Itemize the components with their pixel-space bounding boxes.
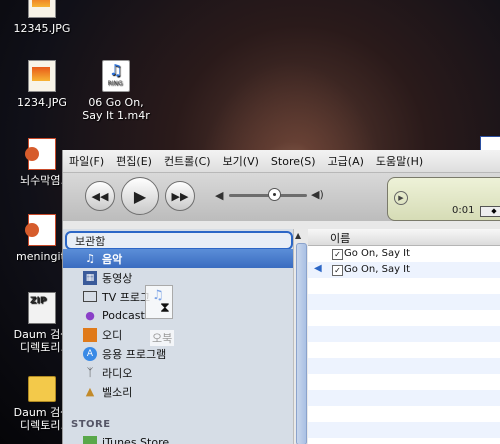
scroll-up-icon[interactable]: ▲: [295, 231, 301, 240]
table-row[interactable]: ◀ ✓ Go On, Say It: [308, 262, 500, 278]
desktop-icon-label: 12345.JPG: [13, 22, 71, 35]
table-row[interactable]: ✓ Go On, Say It: [308, 246, 500, 262]
play-icon: ▶: [133, 186, 147, 206]
track-list: 이름 ✓ Go On, Say It ◀ ✓ Go On, Say It: [308, 229, 500, 444]
sidebar-item-radio[interactable]: ᛉ 라디오: [63, 363, 293, 382]
play-button[interactable]: ▶: [121, 177, 159, 215]
column-header-name[interactable]: 이름: [308, 229, 500, 246]
table-row-empty: [308, 326, 500, 342]
track-name: Go On, Say It: [344, 248, 411, 259]
menu-advanced[interactable]: 고급(A): [328, 153, 364, 169]
hourglass-cursor-icon: ⧗: [160, 300, 170, 316]
menu-bar: 파일(F) 편집(E) 컨트롤(C) 보기(V) Store(S) 고급(A) …: [63, 150, 500, 173]
audiobook-icon: [83, 327, 97, 342]
sidebar-item-label: 응용 프로그램: [102, 347, 167, 361]
menu-view[interactable]: 보기(V): [223, 153, 259, 169]
menu-edit[interactable]: 편집(E): [116, 153, 152, 169]
table-row-empty: [308, 342, 500, 358]
table-row-empty: [308, 310, 500, 326]
store-icon: [83, 435, 97, 444]
ringtone-file-icon: ♫ RING: [102, 60, 130, 92]
track-checkbox[interactable]: ✓: [332, 249, 343, 260]
music-note-icon: ♫: [85, 252, 95, 265]
now-playing-display: ▶ 0:01 ◆: [387, 177, 500, 221]
sidebar-item-label: 음악: [102, 252, 123, 266]
library-header[interactable]: 보관함: [65, 231, 293, 250]
sidebar-item-label: 벨소리: [102, 385, 133, 399]
next-track-button[interactable]: ▶▶: [165, 181, 195, 211]
now-playing-speaker-icon: ◀: [314, 263, 322, 274]
image-file-icon: [28, 60, 56, 92]
lcd-play-icon[interactable]: ▶: [394, 191, 408, 205]
sidebar-item-tv-shows[interactable]: TV 프로그: [63, 287, 293, 306]
bell-icon: ▲: [85, 385, 95, 398]
sidebar-item-label: Podcast: [102, 309, 145, 322]
tv-icon: [83, 291, 97, 302]
zip-badge: ZIP: [30, 296, 47, 306]
table-row-empty: [308, 358, 500, 374]
elapsed-time: 0:01: [452, 205, 475, 216]
volume-high-icon: ◀): [311, 188, 324, 201]
table-row-empty: [308, 374, 500, 390]
sidebar-item-movies[interactable]: ▦ 동영상: [63, 268, 293, 287]
desktop-icon-1234-jpg[interactable]: 1234.JPG: [2, 60, 82, 109]
sidebar-item-applications[interactable]: A 응용 프로그램: [63, 344, 293, 363]
powerpoint-file-icon: [25, 138, 56, 170]
desktop-icon-label: 06 Go On, Say It 1.m4r: [82, 96, 150, 122]
previous-track-button[interactable]: ◀◀: [85, 181, 115, 211]
folder-icon: [28, 376, 56, 402]
sidebar-item-itunes-store[interactable]: iTunes Store: [63, 433, 293, 444]
table-row-empty: [308, 406, 500, 422]
sidebar-item-label: 오디: [102, 328, 123, 342]
podcast-icon: ●: [85, 309, 95, 322]
track-name: Go On, Say It: [344, 264, 411, 275]
menu-controls[interactable]: 컨트롤(C): [164, 153, 211, 169]
volume-slider-knob[interactable]: [268, 188, 281, 201]
ring-badge: RING: [107, 80, 123, 87]
source-list: 보관함 ♫ 음악 ▦ 동영상 TV 프로그 ● Podcast 오디 A 응용 …: [63, 229, 293, 444]
sidebar-item-podcasts[interactable]: ● Podcast: [63, 306, 293, 325]
desktop-icon-label: 1234.JPG: [17, 96, 67, 109]
app-store-icon: A: [83, 346, 97, 361]
sidebar-item-label: TV 프로그: [102, 290, 151, 304]
column-header-label: 이름: [330, 232, 351, 245]
dragged-file-label: 오북: [150, 330, 175, 346]
table-row-empty: [308, 294, 500, 310]
sidebar-item-label: iTunes Store: [102, 436, 170, 444]
image-file-icon: [28, 0, 56, 18]
sidebar-item-audiobooks[interactable]: 오디: [63, 325, 293, 344]
zip-file-icon: ZIP: [28, 292, 56, 324]
progress-bar[interactable]: ◆: [480, 206, 500, 217]
sidebar-item-music[interactable]: ♫ 음악: [63, 249, 293, 268]
table-row-empty: [308, 390, 500, 406]
sidebar-item-ringtones[interactable]: ▲ 벨소리: [63, 382, 293, 401]
library-header-label: 보관함: [75, 235, 106, 248]
menu-file[interactable]: 파일(F): [69, 153, 104, 169]
store-heading: STORE: [71, 419, 111, 430]
scrollbar-thumb[interactable]: [296, 243, 307, 444]
itunes-window: 파일(F) 편집(E) 컨트롤(C) 보기(V) Store(S) 고급(A) …: [62, 150, 500, 444]
menu-help[interactable]: 도움말(H): [376, 153, 423, 169]
desktop-icon-m4r[interactable]: ♫ RING 06 Go On, Say It 1.m4r: [76, 60, 156, 122]
sidebar-item-label: 라디오: [102, 366, 133, 380]
table-row-empty: [308, 278, 500, 294]
sidebar-item-label: 동영상: [102, 271, 133, 285]
table-row-empty: [308, 422, 500, 438]
menu-store[interactable]: Store(S): [271, 155, 316, 168]
sidebar-scrollbar[interactable]: ▲: [293, 229, 308, 444]
volume-low-icon: ◀: [215, 189, 224, 202]
track-checkbox[interactable]: ✓: [332, 265, 343, 276]
fast-forward-icon: ▶▶: [171, 189, 189, 203]
player-toolbar: ◀◀ ▶ ▶▶ ◀ ◀) ▶ 0:01 ◆: [63, 173, 500, 221]
rewind-icon: ◀◀: [91, 189, 109, 203]
film-icon: ▦: [83, 270, 97, 285]
desktop-icon-12345-jpg[interactable]: 12345.JPG: [2, 0, 82, 35]
radio-antenna-icon: ᛉ: [86, 366, 94, 379]
powerpoint-file-icon: [25, 214, 56, 246]
